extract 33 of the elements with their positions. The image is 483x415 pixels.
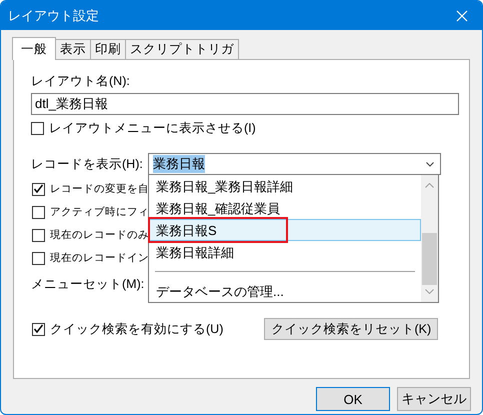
tab[interactable]: 一般 (12, 37, 56, 60)
close-icon[interactable] (456, 10, 468, 22)
scrollbar[interactable] (421, 175, 438, 302)
checkbox-label: 現在のレコードのみ (50, 228, 149, 242)
dropdown-option[interactable]: 業務日報_業務日報詳細 (149, 175, 421, 197)
dropdown-option[interactable]: 業務日報詳細 (149, 241, 421, 263)
checkbox-label: 現在のレコードイン (50, 251, 149, 265)
scrollbar-thumb[interactable] (422, 233, 437, 285)
tab[interactable]: スクリプトトリガ (125, 39, 239, 59)
check-icon (33, 184, 44, 194)
check-icon (33, 324, 44, 334)
checkbox[interactable] (32, 206, 45, 218)
dropdown-option[interactable]: 業務日報_確認従業員 (149, 197, 421, 219)
dialog-button[interactable]: キャンセル (397, 387, 471, 411)
checkbox-label: アクティブ時にフィ (50, 205, 149, 219)
manage-database-option[interactable]: データベースの管理... (149, 280, 421, 302)
caret-icon (426, 162, 434, 166)
checkbox[interactable] (32, 228, 45, 242)
dialog-button[interactable]: OK (316, 387, 390, 411)
checkbox-label: レイアウトメニューに表示させる(I) (49, 120, 256, 136)
window-title: レイアウト設定 (8, 6, 99, 24)
show-records-label: レコードを表示(H): (31, 156, 144, 172)
layout-name-label: レイアウト名(N): (31, 73, 131, 90)
menu-set-label: メニューセット(M): (31, 276, 144, 293)
checkbox-label: レコードの変更を自 (50, 182, 149, 196)
checkbox[interactable] (31, 122, 44, 134)
checkbox[interactable] (32, 322, 45, 336)
layout-name-field[interactable]: dtl_業務日報 (31, 93, 459, 115)
checkbox[interactable] (32, 252, 45, 264)
checkbox[interactable] (32, 182, 45, 196)
reset-quick-find-button[interactable]: クイック検索をリセット(K) (264, 318, 438, 340)
dropdown-option[interactable]: 業務日報S (149, 219, 421, 241)
checkbox-label: クイック検索を有効にする(U) (50, 320, 224, 338)
